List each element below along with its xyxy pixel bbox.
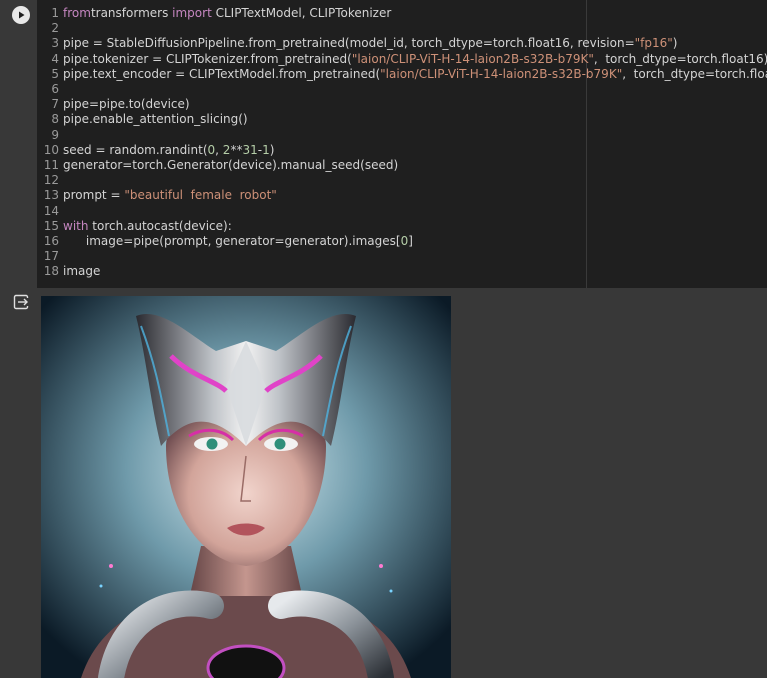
line-number: 3: [51, 36, 59, 51]
code-token: image=pipe(prompt, generator=generator).…: [63, 234, 401, 248]
line-number: 7: [51, 97, 59, 112]
code-line[interactable]: 16 image=pipe(prompt, generator=generato…: [37, 234, 767, 249]
line-number: 4: [51, 51, 59, 66]
code-token: pipe.tokenizer = CLIPTokenizer.from_pret…: [63, 51, 352, 66]
code-line[interactable]: 6: [37, 82, 767, 97]
cell-output: [0, 288, 767, 678]
code-text: prompt = "beautiful female robot": [63, 188, 277, 203]
code-token: **: [230, 142, 243, 157]
line-number: 1: [51, 6, 59, 20]
code-line[interactable]: 14: [37, 204, 767, 219]
line-number: 12: [43, 173, 59, 188]
code-token: ): [672, 36, 678, 51]
code-token: pipe.text_encoder = CLIPTextModel.from_p…: [63, 66, 381, 81]
line-number: 17: [43, 249, 59, 264]
line-number: 9: [51, 127, 59, 142]
line-number: 2: [51, 21, 59, 36]
code-token: pipe = StableDiffusionPipeline.from_pret…: [63, 36, 635, 51]
code-token: from: [63, 6, 91, 20]
play-icon: [19, 11, 25, 19]
code-line[interactable]: 17: [37, 249, 767, 264]
code-text: pipe = StableDiffusionPipeline.from_pret…: [63, 36, 677, 51]
line-number: 15: [43, 218, 59, 233]
line-number: 10: [43, 142, 59, 157]
code-token: ]: [408, 234, 413, 248]
code-token: CLIPTextModel, CLIPTokenizer: [211, 6, 392, 20]
code-token: ): [269, 142, 275, 157]
line-number: 6: [51, 82, 59, 96]
output-redirect-icon[interactable]: [13, 294, 29, 310]
code-token: "laion/CLIP-ViT-H-14-laion2B-s32B-b79K": [351, 51, 594, 66]
code-token: "beautiful female robot": [124, 188, 277, 203]
code-line[interactable]: 10 seed = random.randint(0, 2**31-1): [37, 143, 767, 158]
cell-gutter: [0, 0, 37, 288]
code-line[interactable]: 5 pipe.text_encoder = CLIPTextModel.from_…: [37, 67, 767, 82]
code-line[interactable]: 15 with torch.autocast(device):: [37, 219, 767, 234]
code-token: seed = random.randint(: [63, 142, 208, 157]
code-line[interactable]: 7 pipe=pipe.to(device): [37, 97, 767, 112]
code-line[interactable]: 13 prompt = "beautiful female robot": [37, 188, 767, 203]
code-token: "fp16": [634, 36, 673, 51]
code-text: pipe.text_encoder = CLIPTextModel.from_p…: [63, 67, 767, 82]
code-token: 1: [262, 142, 270, 157]
line-number: 8: [51, 112, 59, 127]
code-text: image=pipe(prompt, generator=generator).…: [63, 234, 413, 249]
code-token: import: [172, 6, 212, 20]
run-cell-button[interactable]: [12, 6, 30, 24]
code-token: generator=torch.Generator(device).manual…: [63, 158, 399, 172]
line-number: 11: [43, 158, 59, 172]
code-editor[interactable]: 1 fromtransformers import CLIPTextModel, …: [37, 0, 767, 288]
code-token: 31: [242, 142, 258, 157]
code-line[interactable]: 3 pipe = StableDiffusionPipeline.from_pre…: [37, 36, 767, 51]
code-cell: 1 fromtransformers import CLIPTextModel, …: [0, 0, 767, 288]
code-line[interactable]: 8 pipe.enable_attention_slicing(): [37, 112, 767, 127]
code-token: pipe=pipe.to(device): [63, 97, 190, 112]
line-number: 18: [43, 264, 59, 279]
code-line[interactable]: 1 fromtransformers import CLIPTextModel, …: [37, 6, 767, 21]
line-number: 5: [51, 66, 59, 81]
code-text: pipe.tokenizer = CLIPTokenizer.from_pret…: [63, 52, 767, 67]
code-token: ,: [215, 142, 223, 157]
code-token: torch.autocast(device):: [88, 218, 232, 233]
code-token: , torch_dtype=torch.float16): [593, 51, 767, 66]
code-line[interactable]: 18 image: [37, 264, 767, 279]
code-token: "laion/CLIP-ViT-H-14-laion2B-s32B-b79K": [380, 66, 623, 81]
code-token: image: [63, 264, 101, 279]
code-token: transformers: [90, 6, 173, 20]
code-text: fromtransformers import CLIPTextModel, C…: [63, 6, 391, 21]
code-text: seed = random.randint(0, 2**31-1): [63, 143, 274, 158]
code-line[interactable]: 12: [37, 173, 767, 188]
code-token: pipe.enable_attention_slicing(): [63, 112, 248, 127]
code-text: pipe.enable_attention_slicing(): [63, 112, 248, 127]
code-text: with torch.autocast(device):: [63, 219, 232, 234]
robot-portrait-illustration: [41, 296, 451, 678]
code-token: 0: [207, 142, 216, 157]
code-line[interactable]: 11 generator=torch.Generator(device).manu…: [37, 158, 767, 173]
code-line[interactable]: 2: [37, 21, 767, 36]
code-text: pipe=pipe.to(device): [63, 97, 190, 112]
code-line[interactable]: 4 pipe.tokenizer = CLIPTokenizer.from_pre…: [37, 52, 767, 67]
line-number: 16: [43, 234, 59, 248]
code-token: prompt =: [63, 188, 125, 203]
generated-robot-image: [41, 296, 451, 678]
code-token: , torch_dtype=torch.float16): [622, 66, 767, 81]
line-number: 13: [43, 188, 59, 203]
code-line[interactable]: 9: [37, 128, 767, 143]
line-number: 14: [43, 203, 59, 218]
code-token: with: [63, 218, 89, 233]
code-text: generator=torch.Generator(device).manual…: [63, 158, 398, 173]
code-text: image: [63, 264, 100, 279]
